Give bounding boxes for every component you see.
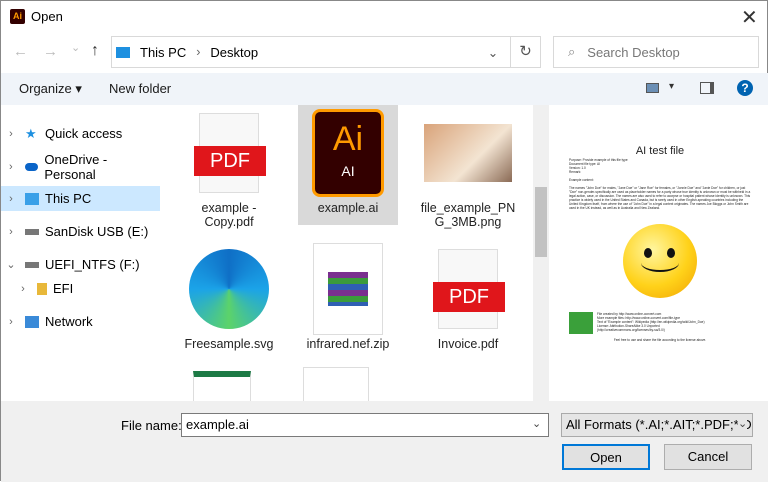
file-type-dropdown-icon[interactable]: ⌄ xyxy=(738,417,748,430)
file-item[interactable]: PDF example - Copy.pdf xyxy=(179,105,279,229)
ai-label: AI xyxy=(341,163,355,179)
breadcrumb-separator-icon: › xyxy=(196,45,201,59)
edge-svg-icon xyxy=(189,249,269,329)
title-bar: Ai Open ✕ xyxy=(1,1,768,33)
file-name-dropdown-icon[interactable]: ⌄ xyxy=(532,417,541,430)
address-bar[interactable]: This PC › Desktop ⌄ ↻ xyxy=(111,36,541,68)
usb-drive-icon xyxy=(25,228,39,235)
sidebar-item-efi[interactable]: › EFI xyxy=(1,276,160,301)
refresh-button[interactable]: ↻ xyxy=(510,37,540,67)
pdf-badge: PDF xyxy=(433,282,505,312)
collapse-icon[interactable]: ⌄ xyxy=(1,258,21,271)
preview-section: Example content: xyxy=(569,178,594,182)
cloud-icon xyxy=(24,162,39,171)
expand-icon[interactable]: › xyxy=(13,283,33,295)
preview-pane: AI test file Purpose: Provide example of… xyxy=(551,105,768,401)
forward-button[interactable]: → xyxy=(43,43,58,60)
file-name: example.ai xyxy=(317,201,379,215)
breadcrumb-this-pc[interactable]: This PC xyxy=(140,45,186,60)
new-folder-button[interactable]: New folder xyxy=(109,81,171,96)
drive-icon xyxy=(25,261,39,268)
recent-locations-button[interactable]: ⌄ xyxy=(71,41,80,54)
file-name-input[interactable]: example.ai xyxy=(181,413,549,437)
this-pc-icon xyxy=(116,46,130,58)
expand-icon[interactable]: › xyxy=(1,161,21,173)
sidebar-item-uefi-ntfs[interactable]: ⌄ UEFI_NTFS (F:) xyxy=(1,252,160,277)
open-button[interactable]: Open xyxy=(562,444,650,470)
file-name: Freesample.svg xyxy=(184,337,274,351)
network-icon xyxy=(25,315,39,328)
sidebar-item-label: EFI xyxy=(53,281,74,296)
expand-icon[interactable]: › xyxy=(1,128,21,140)
pdf-file-icon: PDF xyxy=(433,249,505,329)
file-item[interactable]: PDF Invoice.pdf xyxy=(418,241,518,351)
organize-button[interactable]: Organize ▾ xyxy=(19,81,82,97)
navigation-pane: › ★ Quick access › OneDrive - Personal › Thi… xyxy=(1,105,161,401)
preview-title: AI test file xyxy=(635,145,685,157)
sidebar-item-label: UEFI_NTFS (F:) xyxy=(45,257,140,272)
file-item[interactable]: infrared.nef.zip xyxy=(298,241,398,351)
file-name-label: File name: xyxy=(121,418,182,433)
winrar-archive-icon xyxy=(328,272,368,306)
sidebar-item-network[interactable]: › Network xyxy=(1,309,160,334)
sidebar-item-onedrive[interactable]: › OneDrive - Personal xyxy=(1,151,160,182)
folder-icon xyxy=(37,282,47,295)
up-button[interactable]: ↑ xyxy=(91,42,99,60)
file-item[interactable]: Ai AI example.ai xyxy=(298,105,398,225)
preview-meta: Remark: xyxy=(569,170,582,174)
help-button[interactable]: ? xyxy=(737,80,753,96)
file-item[interactable]: file_example_PNG_3MB.png xyxy=(418,105,518,229)
document-file-icon xyxy=(303,367,369,401)
pdf-file-icon: PDF xyxy=(194,113,266,193)
sidebar-item-quick-access[interactable]: › ★ Quick access xyxy=(1,121,160,146)
file-name: Invoice.pdf xyxy=(437,337,499,351)
sidebar-item-label: Quick access xyxy=(45,126,123,141)
file-item[interactable]: Freesample.svg xyxy=(179,241,279,351)
sidebar-item-this-pc[interactable]: › This PC xyxy=(1,186,160,211)
sidebar-item-label: OneDrive - Personal xyxy=(44,151,108,182)
file-type-select[interactable]: All Formats (*.AI;*.AIT;*.PDF;*.DXF xyxy=(561,413,753,437)
computer-icon xyxy=(25,192,39,205)
expand-icon[interactable]: › xyxy=(1,193,21,205)
address-dropdown-button[interactable]: ⌄ xyxy=(476,45,510,60)
illustrator-file-icon: Ai AI xyxy=(312,109,384,197)
expand-icon[interactable]: › xyxy=(1,316,21,328)
view-options-dropdown[interactable]: ▾ xyxy=(669,81,674,92)
search-icon: ⌕ xyxy=(568,44,576,59)
file-name: infrared.nef.zip xyxy=(306,337,390,351)
preview-closing: Feel free to use and share the file acco… xyxy=(613,338,707,342)
illustrator-app-icon: Ai xyxy=(10,9,25,24)
image-thumbnail xyxy=(424,124,512,182)
preview-body: The names "John Doe" for males, "Jane Do… xyxy=(569,186,751,210)
spreadsheet-file-icon xyxy=(193,371,251,401)
online-convert-logo xyxy=(569,312,593,334)
ai-logo-text: Ai xyxy=(332,120,364,158)
cancel-button[interactable]: Cancel xyxy=(664,444,752,470)
star-icon: ★ xyxy=(25,125,37,141)
preview-footer-line: (http://creativecommons.org/licenses/by-… xyxy=(597,328,665,332)
change-view-icon[interactable] xyxy=(646,83,659,93)
back-button[interactable]: ← xyxy=(13,43,28,60)
smiley-image xyxy=(623,224,697,298)
close-button[interactable]: ✕ xyxy=(741,5,758,30)
file-name: example - Copy.pdf xyxy=(201,201,257,229)
sidebar-item-label: SanDisk USB (E:) xyxy=(45,224,149,239)
file-name: file_example_PNG_3MB.png xyxy=(420,201,516,229)
breadcrumb-desktop[interactable]: Desktop xyxy=(210,45,258,60)
expand-icon[interactable]: › xyxy=(1,226,21,238)
file-list: PDF example - Copy.pdf Ai AI example.ai f… xyxy=(171,105,533,401)
sidebar-item-label: Network xyxy=(45,314,93,329)
scrollbar-thumb[interactable] xyxy=(535,187,547,257)
preview-pane-button[interactable] xyxy=(700,82,714,94)
search-placeholder: Search Desktop xyxy=(587,44,680,60)
pdf-badge: PDF xyxy=(194,146,266,176)
search-input[interactable]: ⌕ Search Desktop xyxy=(553,36,759,68)
sidebar-item-label: This PC xyxy=(45,191,92,206)
window-title: Open xyxy=(31,9,63,24)
sidebar-item-sandisk-usb[interactable]: › SanDisk USB (E:) xyxy=(1,219,160,244)
